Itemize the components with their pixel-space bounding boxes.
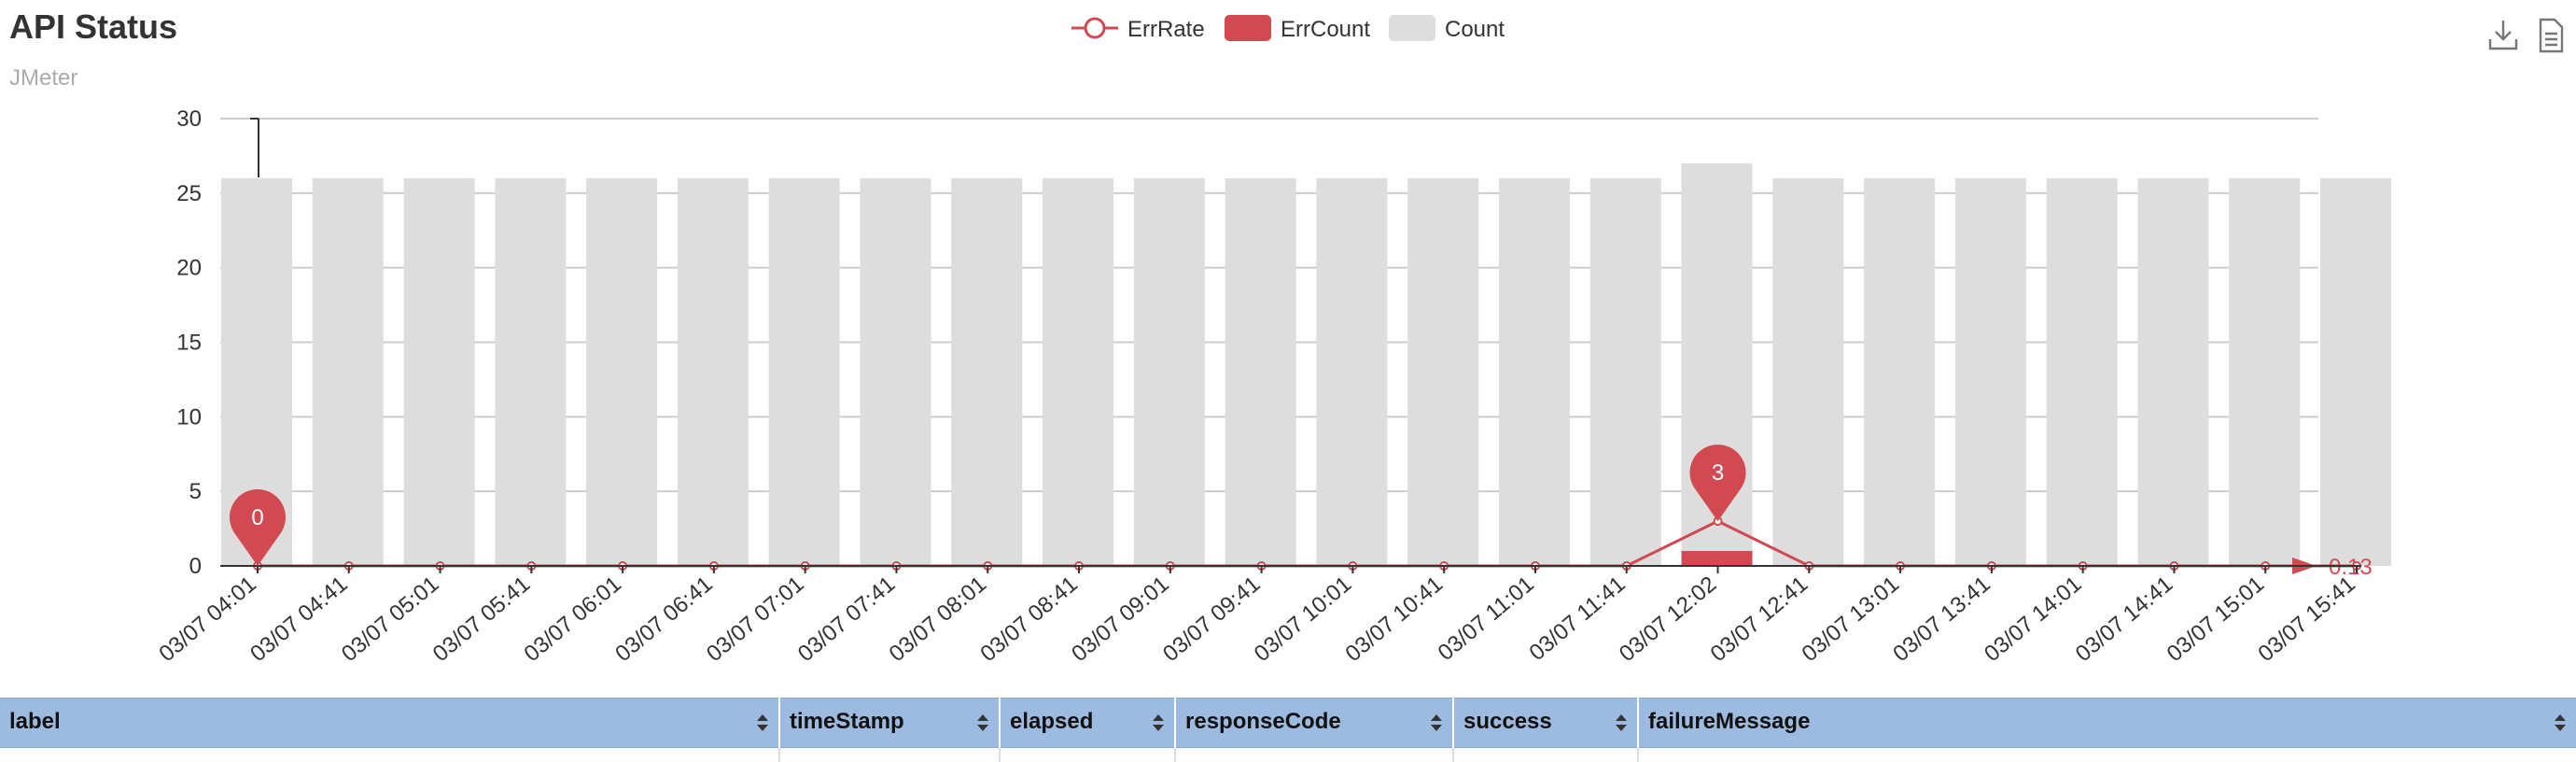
- column-header-elapsed[interactable]: elapsed: [1001, 698, 1176, 748]
- column-label-text: elapsed: [1010, 709, 1094, 734]
- x-tick-label: 03/07 10:01: [1250, 572, 1356, 667]
- count-bar: [586, 177, 658, 566]
- x-tick-label: 03/07 13:41: [1888, 572, 1995, 667]
- y-tick-label: 5: [189, 479, 202, 504]
- errcount-bar: [1681, 551, 1753, 566]
- legend-label: Count: [1445, 17, 1505, 42]
- y-tick-label: 25: [176, 181, 202, 206]
- sort-icon[interactable]: [976, 713, 989, 732]
- x-tick-label: 03/07 10:41: [1341, 572, 1448, 667]
- count-bar: [1316, 177, 1388, 566]
- count-bar: [677, 177, 749, 566]
- count-bar: [2320, 177, 2391, 566]
- count-bar: [1225, 177, 1296, 566]
- count-bar: [403, 177, 475, 566]
- errrate-series: [253, 516, 2361, 571]
- x-tick-label: 03/07 09:41: [1158, 572, 1265, 667]
- legend-swatch: [1225, 15, 1271, 41]
- table-row: [1176, 748, 1454, 762]
- column-label-text: timeStamp: [790, 709, 904, 734]
- x-tick-label: 03/07 08:01: [885, 572, 991, 667]
- x-tick-label: 03/07 07:41: [793, 572, 900, 667]
- y-tick-label: 20: [176, 256, 202, 281]
- x-tick-label: 03/07 05:01: [337, 572, 443, 667]
- count-bar: [1589, 177, 1661, 566]
- column-header-failuremessage[interactable]: failureMessage: [1639, 698, 2576, 748]
- x-tick-label: 03/07 14:41: [2071, 572, 2177, 667]
- x-tick-label: 03/07 06:01: [519, 572, 625, 667]
- column-label-text: failureMessage: [1648, 709, 1811, 734]
- column-header-responsecode[interactable]: responseCode: [1176, 698, 1454, 748]
- count-bar: [2229, 177, 2301, 566]
- count-bar: [951, 177, 1023, 566]
- count-bar: [2046, 177, 2118, 566]
- column-label-text: responseCode: [1185, 709, 1341, 734]
- column-header-timestamp[interactable]: timeStamp: [780, 698, 1001, 748]
- x-tick-label: 03/07 12:02: [1615, 572, 1721, 667]
- count-series: [221, 162, 2391, 566]
- count-bar: [1864, 177, 1936, 566]
- count-bar: [312, 177, 384, 566]
- x-axis: 03/07 04:0103/07 04:4103/07 05:0103/07 0…: [154, 565, 2361, 667]
- count-bar: [1043, 177, 1114, 566]
- errcount-series: [1681, 551, 1753, 566]
- x-tick-label: 03/07 06:41: [610, 572, 717, 667]
- count-bar: [1954, 177, 2026, 566]
- x-tick-label: 03/07 15:41: [2253, 572, 2359, 667]
- y-tick-label: 0: [189, 554, 202, 579]
- x-tick-label: 03/07 05:41: [428, 572, 535, 667]
- column-label-text: label: [9, 709, 61, 734]
- x-tick-label: 03/07 08:41: [975, 572, 1082, 667]
- x-tick-label: 03/07 15:01: [2163, 572, 2269, 667]
- legend-item-count[interactable]: Count: [1389, 15, 1505, 42]
- count-bar: [1498, 177, 1570, 566]
- download-icon[interactable]: [2486, 17, 2520, 54]
- count-bar: [1133, 177, 1205, 566]
- table-row: [0, 748, 780, 762]
- count-bar: [1772, 177, 1844, 566]
- legend-label: ErrRate: [1127, 17, 1205, 42]
- count-bar: [495, 177, 567, 566]
- count-bar: [860, 177, 931, 566]
- legend-item-errrate[interactable]: ErrRate: [1071, 17, 1205, 42]
- table-row: [1454, 748, 1639, 762]
- y-tick-label: 15: [176, 331, 202, 356]
- y-tick-label: 10: [176, 404, 202, 430]
- x-tick-label: 03/07 11:41: [1524, 572, 1630, 666]
- errrate-line: [258, 519, 2357, 568]
- legend-item-errcount[interactable]: ErrCount: [1225, 15, 1370, 42]
- count-bar: [1407, 177, 1479, 566]
- marker-label: 0: [251, 505, 263, 530]
- column-label-text: success: [1463, 709, 1552, 734]
- marker-label: 3: [1712, 460, 1724, 486]
- sort-icon[interactable]: [2554, 713, 2567, 732]
- count-bar: [768, 177, 840, 566]
- sort-icon[interactable]: [1430, 713, 1443, 732]
- y-tick-label: 30: [176, 106, 202, 132]
- x-tick-label: 03/07 04:41: [245, 572, 352, 667]
- table-row: [1001, 748, 1176, 762]
- sort-icon[interactable]: [1152, 713, 1165, 732]
- column-header-success[interactable]: success: [1454, 698, 1639, 748]
- legend-circle-icon: [1084, 17, 1106, 39]
- column-header-label[interactable]: label: [0, 698, 780, 748]
- legend-label: ErrCount: [1281, 17, 1370, 42]
- legend-swatch: [1389, 15, 1435, 41]
- x-tick-label: 03/07 13:01: [1797, 572, 1903, 667]
- count-bar: [2137, 177, 2209, 566]
- legend[interactable]: ErrRate ErrCount Count: [1071, 15, 1505, 42]
- api-status-chart: ErrRate ErrCount Count 051015202530 0.13 0…: [154, 15, 2391, 667]
- sort-icon[interactable]: [1615, 713, 1628, 732]
- x-tick-label: 03/07 07:01: [702, 572, 808, 667]
- sort-icon[interactable]: [756, 713, 769, 732]
- table-row: [780, 748, 1001, 762]
- x-tick-label: 03/07 12:41: [1706, 572, 1813, 667]
- x-tick-label: 03/07 09:01: [1067, 572, 1173, 667]
- results-table: label timeStamp elapsed responseCode suc…: [0, 698, 2576, 762]
- y-axis-labels: 0 5 10 15 20 25 30: [176, 106, 202, 579]
- x-tick-label: 03/07 04:01: [154, 572, 260, 667]
- document-icon[interactable]: [2534, 17, 2568, 54]
- x-tick-label: 03/07 11:01: [1434, 572, 1539, 666]
- x-tick-label: 03/07 14:01: [1980, 572, 2086, 667]
